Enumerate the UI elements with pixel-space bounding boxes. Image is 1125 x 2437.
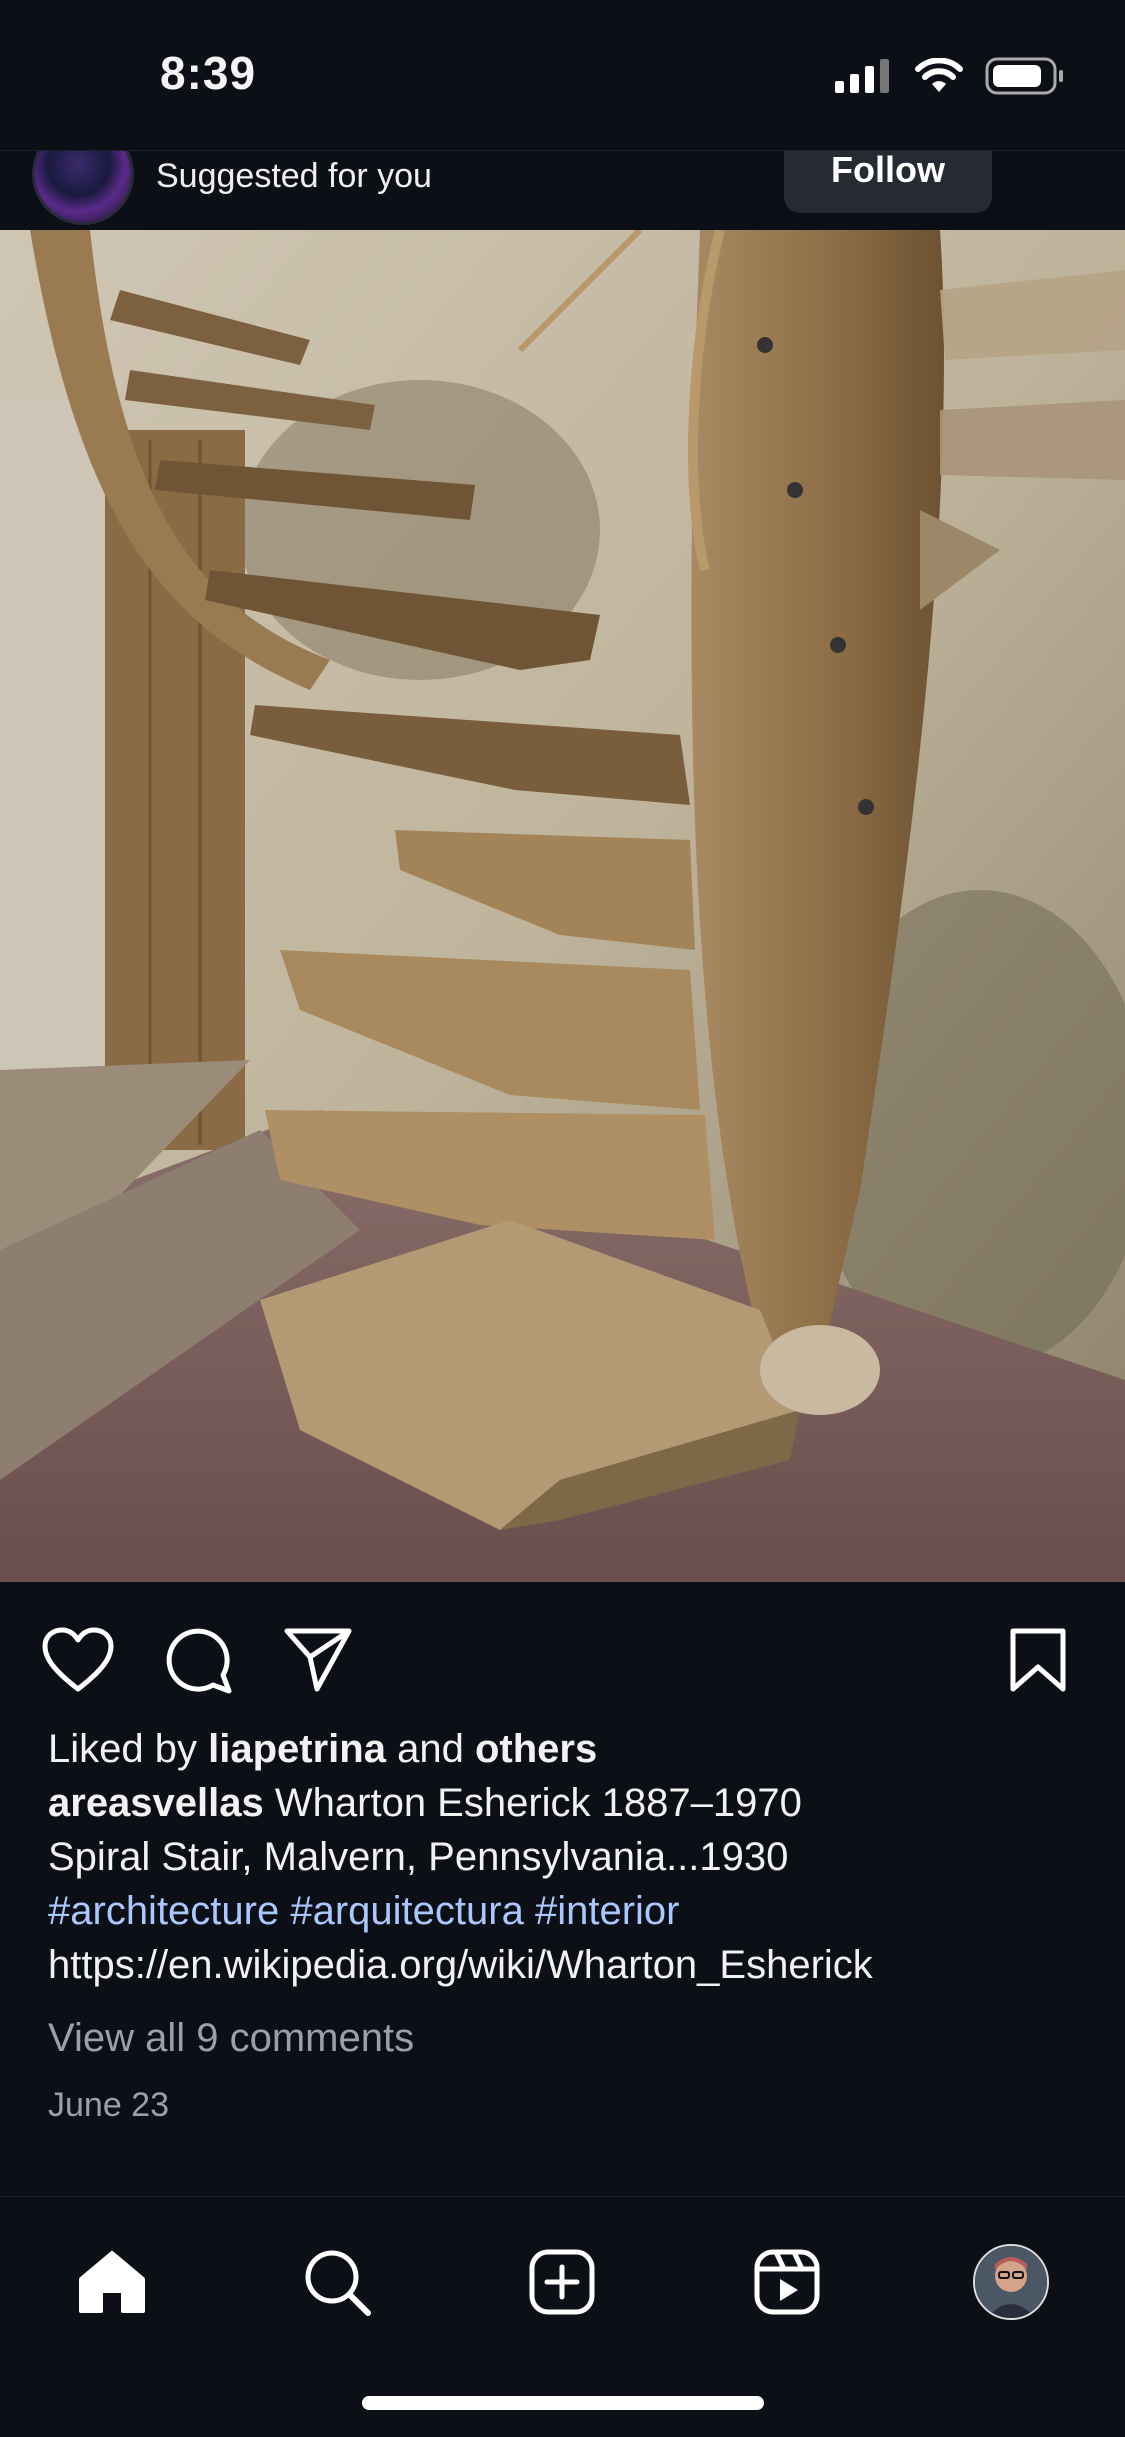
heart-icon: [42, 1627, 114, 1692]
home-icon: [79, 2251, 145, 2313]
search-icon: [305, 2250, 371, 2316]
signal-icon: [835, 59, 889, 93]
share-button[interactable]: [278, 1620, 358, 1700]
caption-text-1: Wharton Esherick 1887–1970: [274, 1781, 802, 1825]
follow-button[interactable]: Follow: [784, 151, 992, 213]
post-caption: Liked by liapetrina and others areasvell…: [48, 1722, 1088, 1992]
post-actions: [0, 1620, 1125, 1700]
send-icon: [284, 1628, 352, 1692]
like-button[interactable]: [38, 1620, 118, 1700]
post-image[interactable]: [0, 230, 1125, 1582]
reels-icon: [754, 2249, 820, 2315]
status-bar: 8:39: [0, 0, 1125, 150]
likes-line: Liked by liapetrina and others: [48, 1722, 1088, 1776]
hashtag-architecture[interactable]: #architecture: [48, 1889, 279, 1933]
caption-line-1: areasvellas Wharton Esherick 1887–1970: [48, 1776, 1088, 1830]
liked-user-link[interactable]: liapetrina: [208, 1727, 386, 1771]
tab-home[interactable]: [67, 2237, 157, 2327]
comment-button[interactable]: [158, 1620, 238, 1700]
and-label: and: [397, 1727, 464, 1771]
hashtag-interior[interactable]: #interior: [535, 1889, 680, 1933]
add-post-icon: [529, 2249, 595, 2315]
post-date: June 23: [48, 2086, 169, 2124]
liked-by-label: Liked by: [48, 1727, 197, 1771]
profile-avatar: [973, 2244, 1049, 2320]
hashtags: #architecture #arquitectura #interior: [48, 1884, 1088, 1938]
suggested-label: Suggested for you: [156, 157, 432, 195]
staircase-photo: [0, 230, 1125, 1582]
battery-icon: [985, 57, 1063, 95]
caption-link[interactable]: https://en.wikipedia.org/wiki/Wharton_Es…: [48, 1938, 1088, 1992]
tab-reels[interactable]: [742, 2237, 832, 2327]
save-button[interactable]: [998, 1620, 1078, 1700]
status-icons: [835, 56, 1065, 96]
home-indicator: [362, 2396, 764, 2410]
tab-profile[interactable]: [966, 2237, 1056, 2327]
liked-others-link[interactable]: others: [475, 1727, 597, 1771]
tab-search[interactable]: [292, 2237, 382, 2327]
caption-username[interactable]: areasvellas: [48, 1781, 264, 1825]
wifi-icon: [915, 58, 963, 92]
status-time: 8:39: [160, 47, 257, 99]
post-author-avatar[interactable]: [32, 151, 134, 225]
post-header: Suggested for you Follow: [0, 150, 1125, 231]
tab-create[interactable]: [517, 2237, 607, 2327]
bookmark-icon: [1010, 1628, 1066, 1692]
caption-text-2: Spiral Stair, Malvern, Pennsylvania...19…: [48, 1835, 789, 1879]
view-comments-link[interactable]: View all 9 comments: [48, 2016, 414, 2061]
comment-icon: [166, 1628, 232, 1694]
hashtag-arquitectura[interactable]: #arquitectura: [290, 1889, 523, 1933]
